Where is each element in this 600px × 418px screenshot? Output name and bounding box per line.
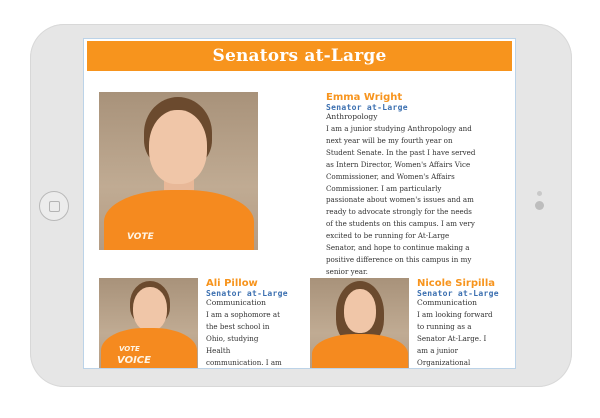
candidate-name: Ali Pillow bbox=[206, 278, 258, 289]
camera-icon bbox=[535, 201, 544, 210]
candidate-shirt-print: VOTE bbox=[119, 345, 140, 353]
featured-shirt-print: VOTE bbox=[127, 232, 154, 242]
sensor-icon bbox=[537, 191, 542, 196]
featured-photo: VOTE bbox=[99, 92, 258, 250]
featured-role: Senator at-Large bbox=[326, 103, 408, 112]
page-header: Senators at-Large bbox=[87, 41, 512, 71]
candidate-photo: VOTE VOICE bbox=[99, 278, 198, 368]
featured-name: Emma Wright bbox=[326, 92, 403, 103]
page-title: Senators at-Large bbox=[212, 46, 387, 66]
home-button-icon[interactable] bbox=[39, 191, 69, 221]
candidate-role: Senator at-Large bbox=[417, 289, 499, 298]
tablet-screen: Senators at-Large VOTE Emma Wright Senat… bbox=[83, 38, 516, 369]
candidate-bio: I am looking forward to running as a Sen… bbox=[417, 310, 493, 367]
candidate-major: Communication bbox=[206, 298, 266, 307]
featured-major: Anthropology bbox=[326, 112, 378, 121]
candidate-major: Communication bbox=[417, 298, 477, 307]
candidate-role: Senator at-Large bbox=[206, 289, 288, 298]
candidate-name: Nicole Sirpilla bbox=[417, 278, 496, 289]
featured-bio: I am a junior studying Anthropology and … bbox=[326, 124, 476, 276]
home-square-icon bbox=[49, 201, 60, 212]
candidate-shirt-print-voice: VOICE bbox=[117, 355, 151, 366]
candidate-photo bbox=[310, 278, 409, 368]
candidate-bio: I am a sophomore at the best school in O… bbox=[206, 310, 282, 367]
